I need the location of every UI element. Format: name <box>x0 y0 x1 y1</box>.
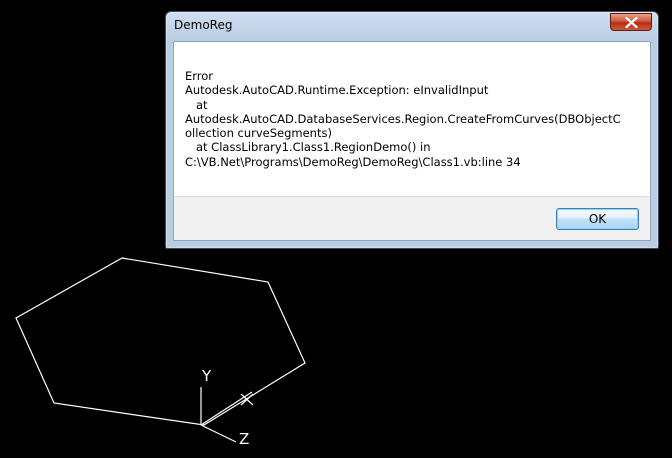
polyline-shape[interactable] <box>15 257 306 426</box>
button-bar: OK <box>174 196 650 240</box>
ucs-y-label: Y <box>201 367 212 385</box>
ucs-z-label: Z <box>239 430 249 448</box>
dialog-body: Error Autodesk.AutoCAD.Runtime.Exception… <box>173 41 651 241</box>
error-dialog: DemoReg Error Autodesk.AutoCAD.Runtime.E… <box>165 11 659 249</box>
close-icon <box>625 17 638 28</box>
ucs-z-axis <box>200 424 237 443</box>
ok-button[interactable]: OK <box>556 208 639 230</box>
close-button[interactable] <box>610 13 652 31</box>
error-message: Error Autodesk.AutoCAD.Runtime.Exception… <box>185 69 621 169</box>
dialog-title: DemoReg <box>174 18 233 32</box>
dialog-titlebar[interactable]: DemoReg <box>166 12 658 40</box>
